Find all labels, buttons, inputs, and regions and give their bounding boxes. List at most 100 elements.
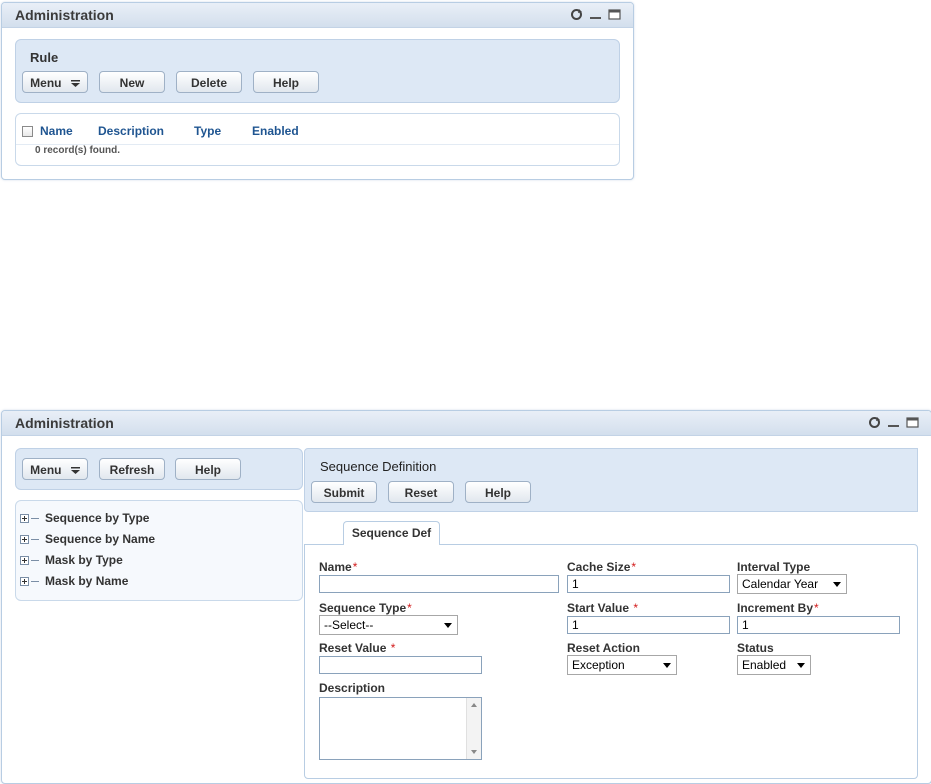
- expand-icon[interactable]: [20, 555, 29, 565]
- column-header-enabled[interactable]: Enabled: [252, 124, 299, 138]
- window-title: Administration: [15, 415, 114, 431]
- required-marker: *: [352, 560, 358, 574]
- reset-button-label: Reset: [404, 486, 438, 500]
- maximize-icon[interactable]: [906, 416, 919, 429]
- minimize-icon[interactable]: [589, 8, 602, 21]
- left-toolbar: Menu Refresh Help: [15, 448, 303, 490]
- required-marker: *: [631, 560, 637, 574]
- chevron-down-icon: [444, 623, 452, 628]
- name-label-text: Name: [319, 560, 352, 574]
- tree-connector: [31, 517, 39, 519]
- reset-value-field[interactable]: [319, 656, 482, 674]
- scroll-up-icon[interactable]: [467, 700, 481, 710]
- name-field[interactable]: [319, 575, 559, 593]
- column-header-description[interactable]: Description: [98, 124, 164, 138]
- tree-item-label: Mask by Name: [45, 574, 129, 588]
- menu-button[interactable]: Menu: [22, 71, 88, 93]
- reset-action-value: Exception: [572, 658, 625, 672]
- increment-by-label: Increment By*: [737, 601, 819, 615]
- rule-panel-title: Rule: [30, 50, 59, 65]
- rule-admin-window: Administration Rule Menu New Delete Help…: [1, 2, 634, 180]
- sequence-type-value: --Select--: [324, 618, 374, 632]
- window-controls: [868, 416, 919, 429]
- start-value-label-text: Start Value: [567, 601, 630, 615]
- interval-type-select[interactable]: Calendar Year: [737, 574, 847, 594]
- textarea-scrollbar[interactable]: [466, 698, 481, 759]
- reset-button[interactable]: Reset: [388, 481, 454, 503]
- tree-connector: [31, 559, 39, 561]
- menu-button-label: Menu: [30, 463, 62, 477]
- tab-sequence-def[interactable]: Sequence Def: [343, 521, 440, 545]
- expand-icon[interactable]: [20, 513, 29, 523]
- reset-action-label: Reset Action: [567, 641, 640, 655]
- scroll-down-icon[interactable]: [467, 747, 481, 757]
- tab-label: Sequence Def: [351, 526, 432, 540]
- refresh-icon[interactable]: [570, 8, 583, 21]
- start-value-field[interactable]: 1: [567, 616, 730, 634]
- new-button[interactable]: New: [99, 71, 165, 93]
- sequence-form: Name* Cache Size* 1 Interval Type Calend…: [304, 544, 918, 779]
- tree-item-sequence-by-type[interactable]: Sequence by Type: [20, 510, 149, 526]
- expand-icon[interactable]: [20, 576, 29, 586]
- menu-button[interactable]: Menu: [22, 458, 88, 480]
- rule-panel: Rule Menu New Delete Help: [15, 39, 620, 103]
- detail-header: Sequence Definition Submit Reset Help: [304, 448, 918, 512]
- window-controls: [570, 8, 621, 21]
- reset-value-label-text: Reset Value: [319, 641, 387, 655]
- sequence-type-select[interactable]: --Select--: [319, 615, 458, 635]
- menu-button-label: Menu: [30, 76, 62, 90]
- chevron-down-icon: [833, 582, 841, 587]
- required-marker: *: [814, 601, 819, 615]
- description-label: Description: [319, 681, 386, 695]
- chevron-down-icon: [663, 663, 671, 668]
- sequence-type-label-text: Sequence Type: [319, 601, 407, 615]
- required-marker: *: [633, 601, 639, 615]
- cache-size-label-text: Cache Size: [567, 560, 631, 574]
- interval-type-label: Interval Type: [737, 560, 811, 574]
- help-button[interactable]: Help: [465, 481, 531, 503]
- rule-table: Name Description Type Enabled 0 record(s…: [15, 113, 620, 166]
- tree-item-mask-by-name[interactable]: Mask by Name: [20, 573, 128, 589]
- tree-item-label: Mask by Type: [45, 553, 123, 567]
- cache-size-label: Cache Size*: [567, 560, 636, 574]
- tree-connector: [31, 538, 39, 540]
- start-value-label: Start Value *: [567, 601, 638, 615]
- sequence-type-label: Sequence Type*: [319, 601, 412, 615]
- status-value: Enabled: [742, 658, 787, 672]
- sequence-tree: Sequence by Type Sequence by Name Mask b…: [15, 500, 303, 601]
- status-label: Status: [737, 641, 774, 655]
- help-button[interactable]: Help: [175, 458, 241, 480]
- tree-item-sequence-by-name[interactable]: Sequence by Name: [20, 531, 155, 547]
- window-titlebar: Administration: [2, 3, 633, 28]
- cache-size-field[interactable]: 1: [567, 575, 730, 593]
- new-button-label: New: [119, 76, 145, 90]
- maximize-icon[interactable]: [608, 8, 621, 21]
- reset-action-select[interactable]: Exception: [567, 655, 677, 675]
- delete-button-label: Delete: [190, 76, 228, 90]
- help-button-label: Help: [272, 76, 299, 90]
- delete-button[interactable]: Delete: [176, 71, 242, 93]
- record-count: 0 record(s) found.: [35, 145, 121, 156]
- required-marker: *: [407, 601, 412, 615]
- status-select[interactable]: Enabled: [737, 655, 811, 675]
- tree-connector: [31, 580, 39, 582]
- detail-title: Sequence Definition: [320, 459, 437, 474]
- column-header-type[interactable]: Type: [194, 124, 221, 138]
- tree-item-label: Sequence by Name: [45, 532, 156, 546]
- tree-item-mask-by-type[interactable]: Mask by Type: [20, 552, 123, 568]
- column-header-name[interactable]: Name: [40, 124, 73, 138]
- minimize-icon[interactable]: [887, 416, 900, 429]
- menu-dropdown-icon: [70, 80, 80, 88]
- expand-icon[interactable]: [20, 534, 29, 544]
- submit-button[interactable]: Submit: [311, 481, 377, 503]
- help-button[interactable]: Help: [253, 71, 319, 93]
- name-label: Name*: [319, 560, 357, 574]
- refresh-button[interactable]: Refresh: [99, 458, 165, 480]
- refresh-icon[interactable]: [868, 416, 881, 429]
- chevron-down-icon: [797, 663, 805, 668]
- increment-by-field[interactable]: 1: [737, 616, 900, 634]
- description-textarea[interactable]: [319, 697, 482, 760]
- sequence-admin-window: Administration Menu Refresh Help Sequenc…: [1, 410, 931, 784]
- select-all-checkbox[interactable]: [22, 126, 33, 137]
- refresh-button-label: Refresh: [109, 463, 155, 477]
